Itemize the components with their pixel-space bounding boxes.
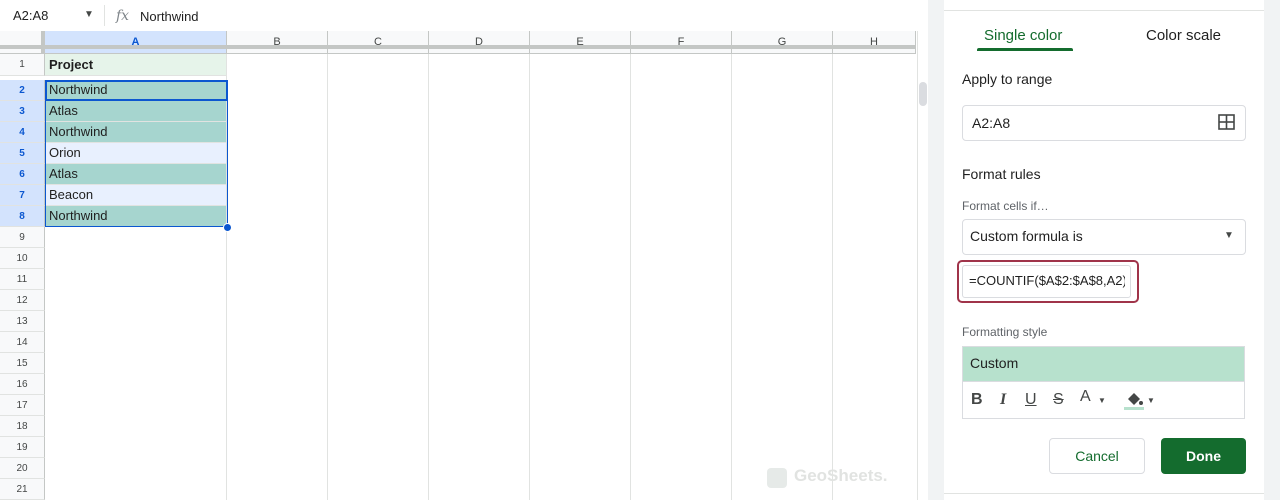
tab-color-scale[interactable]: Color scale: [1146, 27, 1221, 44]
column-header-f[interactable]: F: [631, 31, 732, 54]
column-header-h[interactable]: H: [833, 31, 916, 54]
fill-color-icon[interactable]: [1124, 389, 1144, 411]
column-header-d[interactable]: D: [429, 31, 530, 54]
row-header[interactable]: 10: [0, 248, 45, 269]
gridline: [327, 54, 328, 500]
cell-a1[interactable]: Project: [45, 54, 227, 76]
row-header[interactable]: 4: [0, 122, 45, 143]
row-header[interactable]: 13: [0, 311, 45, 332]
cell-a5[interactable]: Orion: [45, 143, 227, 164]
cell-a3[interactable]: Atlas: [45, 101, 227, 122]
row-header[interactable]: 21: [0, 479, 45, 500]
apply-to-range-label: Apply to range: [962, 71, 1053, 87]
column-header-e[interactable]: E: [530, 31, 631, 54]
strikethrough-button[interactable]: S: [1053, 391, 1064, 409]
fill-handle[interactable]: [223, 223, 232, 232]
row-header[interactable]: 12: [0, 290, 45, 311]
cancel-button[interactable]: Cancel: [1049, 438, 1145, 474]
row-header[interactable]: 11: [0, 269, 45, 290]
chevron-down-icon[interactable]: ▼: [84, 9, 94, 20]
gridline: [428, 54, 429, 500]
row-header[interactable]: 16: [0, 374, 45, 395]
gridline: [731, 54, 732, 500]
row-header[interactable]: 17: [0, 395, 45, 416]
custom-formula-value: =COUNTIF($A$2:$A$8,A2)>1: [969, 273, 1125, 288]
row-header[interactable]: 8: [0, 206, 45, 227]
done-button[interactable]: Done: [1161, 438, 1246, 474]
cell-a4[interactable]: Northwind: [45, 122, 227, 143]
gridline: [832, 54, 833, 500]
panel-gutter: [1264, 0, 1280, 500]
function-icon: fx: [116, 8, 130, 24]
range-value: A2:A8: [972, 115, 1011, 131]
row-header[interactable]: 5: [0, 143, 45, 164]
row-header[interactable]: 18: [0, 416, 45, 437]
style-preview-text: Custom: [970, 355, 1019, 371]
row-header[interactable]: 19: [0, 437, 45, 458]
format-cells-if-label: Format cells if…: [962, 199, 1049, 213]
geosheets-logo-icon: [767, 468, 787, 488]
name-box[interactable]: A2:A8 ▼: [0, 0, 104, 31]
divider: [944, 10, 1264, 11]
column-header-c[interactable]: C: [328, 31, 429, 54]
name-box-value: A2:A8: [13, 8, 49, 23]
active-tab-indicator: [977, 48, 1073, 51]
freeze-bar[interactable]: [0, 45, 916, 49]
condition-value: Custom formula is: [970, 228, 1083, 244]
cell-a6[interactable]: Atlas: [45, 164, 227, 185]
divider: [944, 493, 1264, 494]
formula-input[interactable]: Northwind: [140, 9, 199, 24]
select-range-icon[interactable]: [1218, 114, 1235, 130]
formatting-style-label: Formatting style: [962, 325, 1048, 339]
divider: [104, 5, 105, 26]
panel-gutter: [928, 0, 944, 500]
column-header-a[interactable]: A: [45, 31, 227, 54]
underline-button[interactable]: U: [1025, 391, 1037, 409]
row-header[interactable]: 9: [0, 227, 45, 248]
tab-single-color[interactable]: Single color: [984, 27, 1062, 44]
row-header[interactable]: 1: [0, 54, 45, 76]
chevron-down-icon[interactable]: ▼: [1224, 230, 1234, 241]
row-header[interactable]: 6: [0, 164, 45, 185]
column-header-b[interactable]: B: [227, 31, 328, 54]
gridline: [630, 54, 631, 500]
watermark: GeoSheets.: [794, 466, 888, 485]
row-header[interactable]: 15: [0, 353, 45, 374]
row-header[interactable]: 3: [0, 101, 45, 122]
chevron-down-icon[interactable]: ▼: [1147, 396, 1155, 405]
cell-a8[interactable]: Northwind: [45, 206, 227, 227]
row-header[interactable]: 20: [0, 458, 45, 479]
bold-button[interactable]: B: [971, 391, 983, 409]
row-header[interactable]: 2: [0, 80, 45, 101]
italic-button[interactable]: I: [1000, 391, 1006, 409]
cell-a2[interactable]: Northwind: [45, 80, 227, 101]
select-all-corner[interactable]: [0, 31, 45, 54]
gridline: [529, 54, 530, 500]
chevron-down-icon[interactable]: ▼: [1098, 396, 1106, 405]
formula-bar: [0, 0, 912, 32]
scrollbar-thumb[interactable]: [919, 82, 927, 106]
format-rules-label: Format rules: [962, 166, 1041, 182]
row-header[interactable]: 7: [0, 185, 45, 206]
column-header-g[interactable]: G: [732, 31, 833, 54]
text-color-button[interactable]: A: [1080, 388, 1091, 406]
row-header[interactable]: 14: [0, 332, 45, 353]
cell-a7[interactable]: Beacon: [45, 185, 227, 206]
